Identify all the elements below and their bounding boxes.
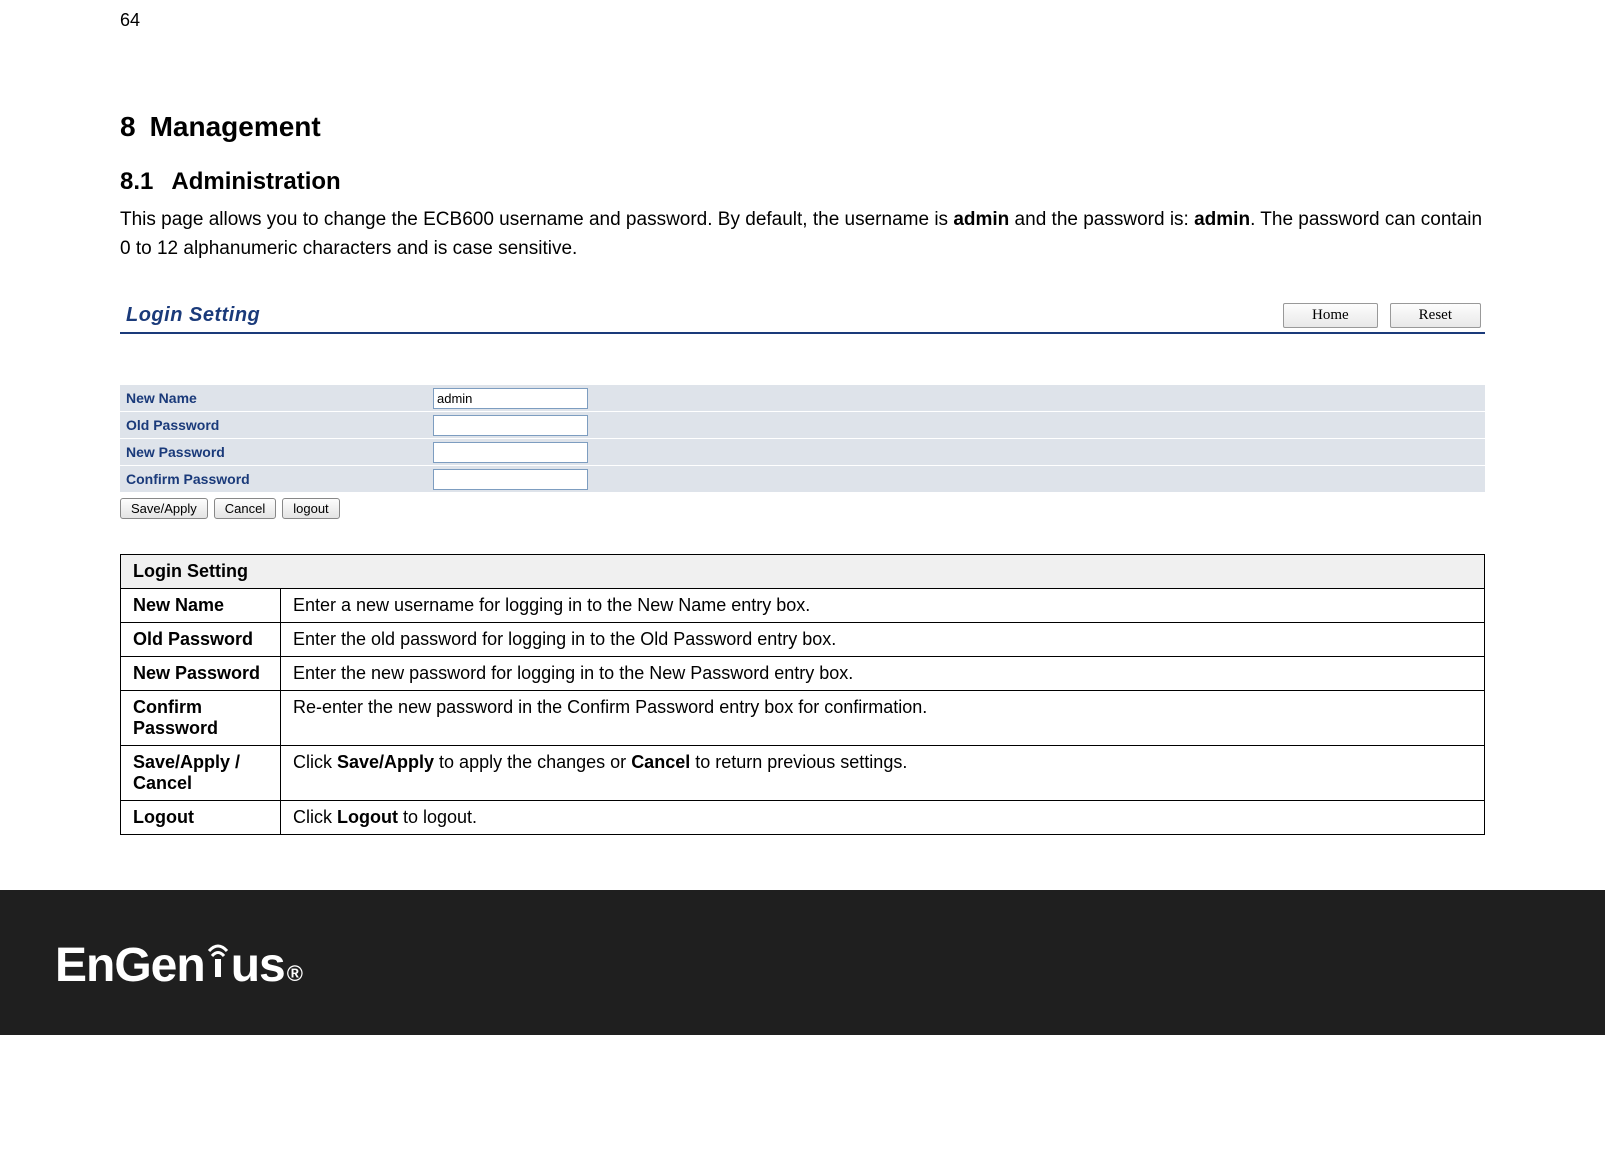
label-confirm-password: Confirm Password [120,471,433,487]
cancel-button[interactable]: Cancel [214,498,276,519]
section-number: 8.1 [120,168,153,195]
table-row: LogoutClick Logout to logout. [121,801,1485,835]
table-row: New PasswordEnter the new password for l… [121,657,1485,691]
section-title: Administration [171,168,340,195]
row-new-password: New Password [120,438,1485,465]
label-new-password: New Password [120,444,433,460]
row-name: New Password [121,657,281,691]
intro-paragraph: This page allows you to change the ECB60… [120,206,1485,263]
table-row: Confirm PasswordRe-enter the new passwor… [121,691,1485,746]
new-password-input[interactable] [433,442,588,463]
page-footer: EnGenus® [0,890,1605,1035]
row-name: Logout [121,801,281,835]
row-desc: Enter the old password for logging in to… [281,623,1485,657]
save-apply-button[interactable]: Save/Apply [120,498,208,519]
row-desc: Click Logout to logout. [281,801,1485,835]
chapter-title: Management [150,111,321,142]
confirm-password-input[interactable] [433,469,588,490]
row-name: Save/Apply / Cancel [121,746,281,801]
row-desc: Click Save/Apply to apply the changes or… [281,746,1485,801]
row-name: New Name [121,589,281,623]
panel-title: Login Setting [120,304,260,327]
description-table: Login Setting New NameEnter a new userna… [120,554,1485,835]
chapter-number: 8 [120,111,136,142]
row-old-password: Old Password [120,411,1485,438]
row-desc: Re-enter the new password in the Confirm… [281,691,1485,746]
table-row: Old PasswordEnter the old password for l… [121,623,1485,657]
wifi-icon [203,933,233,993]
row-desc: Enter a new username for logging in to t… [281,589,1485,623]
row-desc: Enter the new password for logging in to… [281,657,1485,691]
row-name: Confirm Password [121,691,281,746]
row-confirm-password: Confirm Password [120,465,1485,492]
brand-logo: EnGenus® [55,933,302,993]
reset-button[interactable]: Reset [1390,303,1481,328]
label-new-name: New Name [120,390,433,406]
table-header: Login Setting [121,555,1485,589]
page-number: 64 [120,10,1485,31]
table-row: Save/Apply / CancelClick Save/Apply to a… [121,746,1485,801]
old-password-input[interactable] [433,415,588,436]
chapter-heading: 8 Management [120,111,1485,143]
new-name-input[interactable] [433,388,588,409]
logout-button[interactable]: logout [282,498,339,519]
home-button[interactable]: Home [1283,303,1378,328]
table-row: New NameEnter a new username for logging… [121,589,1485,623]
login-setting-panel: Login Setting Home Reset New Name Old Pa… [120,303,1485,519]
section-heading: 8.1 Administration [120,168,1485,196]
row-new-name: New Name [120,384,1485,411]
row-name: Old Password [121,623,281,657]
label-old-password: Old Password [120,417,433,433]
